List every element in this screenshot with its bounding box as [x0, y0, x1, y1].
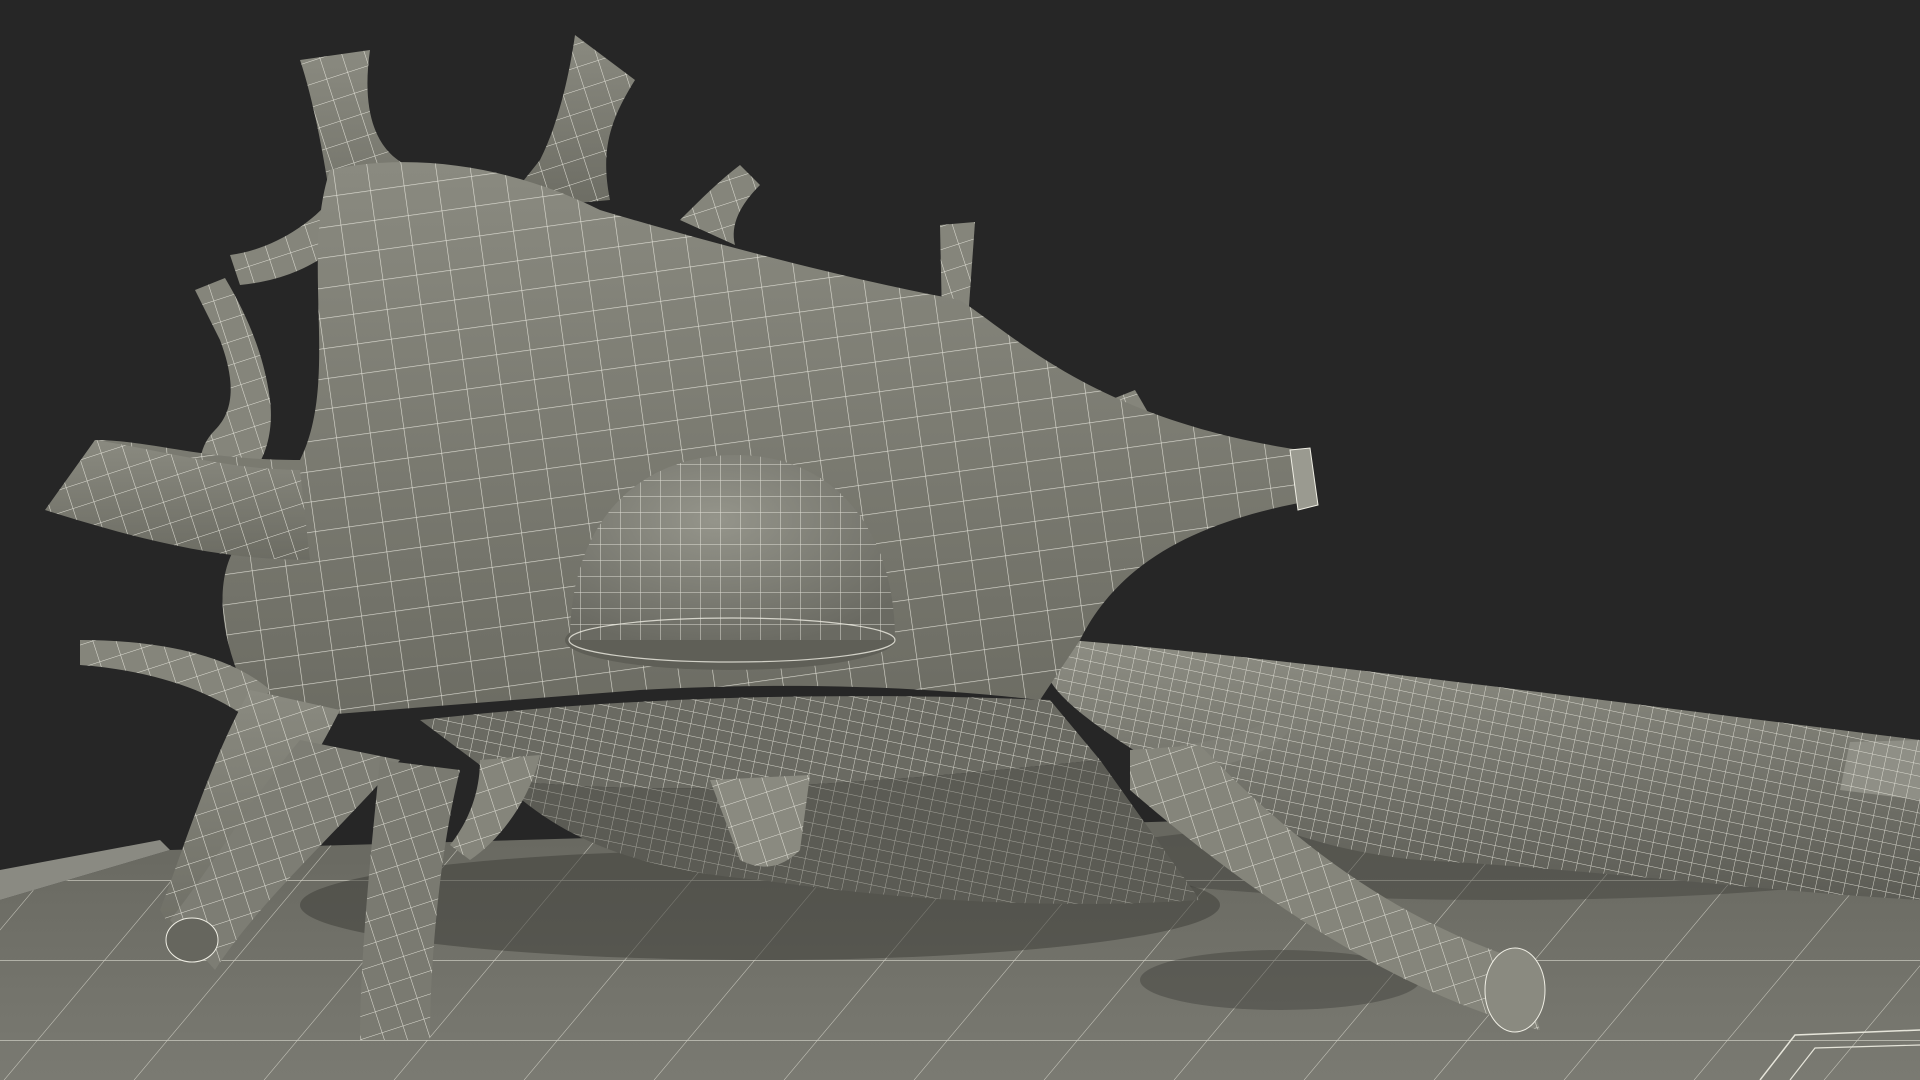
dendrite-left: [45, 440, 310, 560]
neuron-render: [0, 35, 1920, 1080]
render-viewport: [0, 0, 1920, 1080]
